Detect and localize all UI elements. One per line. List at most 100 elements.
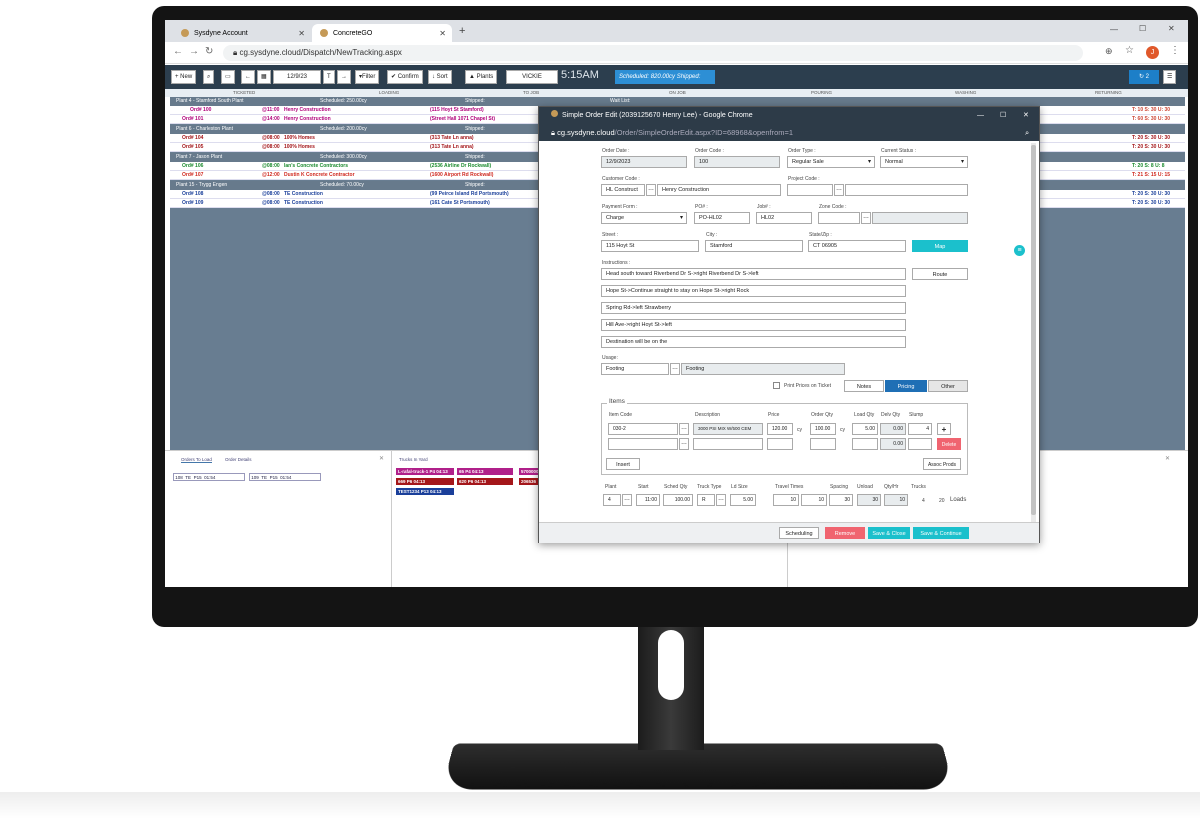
new-tab-icon[interactable]: + [459, 25, 465, 37]
url-input[interactable]: 🔒︎ cg.sysdyne.cloud/Dispatch/NewTracking… [223, 45, 1083, 61]
travel-from-field[interactable]: 10 [801, 494, 827, 506]
maximize-icon[interactable]: ☐ [1000, 107, 1006, 124]
tab-orders-to-load[interactable]: Orders To Load [181, 457, 212, 463]
notes-tab[interactable]: Notes [844, 380, 884, 392]
minimize-icon[interactable]: — [977, 107, 984, 124]
prev-date-button[interactable]: ← [241, 70, 255, 84]
order-type-select[interactable]: Regular Sale [787, 156, 875, 168]
load-row[interactable]: 109 TE P15 01:54 [249, 473, 321, 481]
minimize-icon[interactable]: — [1110, 25, 1118, 34]
pricing-tab[interactable]: Pricing [885, 380, 927, 392]
truck-chip[interactable]: 620 P6 04:13 [457, 478, 513, 485]
truck-chip[interactable]: 5700000 [519, 468, 539, 475]
project-lookup-button[interactable]: … [834, 184, 844, 196]
load-qty-field[interactable]: 5.00 [852, 423, 878, 435]
usage-code-field[interactable]: Footing [601, 363, 669, 375]
street-field[interactable]: 115 Hoyt St [601, 240, 699, 252]
ld-size-field[interactable]: 5.00 [730, 494, 756, 506]
instruction-line[interactable]: Head south toward Riverbend Dr S->right … [601, 268, 906, 280]
truck-type-field[interactable]: R [697, 494, 715, 506]
install-icon[interactable]: ⊕ [1105, 46, 1113, 57]
print-prices-checkbox[interactable] [773, 382, 780, 389]
zone-code-field[interactable] [818, 212, 860, 224]
search-icon[interactable]: ⌕ [203, 70, 215, 84]
customer-code-field[interactable]: HL Construct [601, 184, 645, 196]
order-code-field[interactable]: 100 [694, 156, 780, 168]
refresh-button[interactable]: ↻ 2 [1129, 70, 1159, 84]
chat-bubble-icon[interactable]: ≡ [1014, 245, 1025, 256]
bookmark-star-icon[interactable]: ☆ [1125, 45, 1134, 56]
route-button[interactable]: Route [912, 268, 968, 280]
map-button[interactable]: Map [912, 240, 968, 252]
item-description-field[interactable] [693, 438, 763, 450]
close-tab-icon[interactable]: ✕ [298, 29, 305, 38]
truck-chip[interactable]: TEST1234 P13 04:13 [396, 488, 454, 495]
user-select[interactable]: VICKIE [506, 70, 558, 84]
close-window-icon[interactable]: ✕ [1023, 107, 1029, 124]
start-time-field[interactable]: 11:00 [636, 494, 660, 506]
plant-lookup-button[interactable]: … [622, 494, 632, 506]
close-window-icon[interactable]: ✕ [1168, 24, 1175, 33]
delete-item-button[interactable]: Delete [937, 438, 961, 450]
job-field[interactable]: HL02 [756, 212, 812, 224]
close-tab-icon[interactable]: ✕ [439, 29, 446, 38]
insert-button[interactable]: Insert [606, 458, 640, 470]
truck-type-lookup-button[interactable]: … [716, 494, 726, 506]
statezip-field[interactable]: CT 06905 [808, 240, 906, 252]
item-price-field[interactable]: 120.00 [767, 423, 793, 435]
plant-header[interactable]: Plant 4 - Stamford South Plant Scheduled:… [170, 97, 1185, 106]
today-button[interactable]: T [323, 70, 335, 84]
order-date-field[interactable]: 12/9/2023 [601, 156, 687, 168]
sort-button[interactable]: ↓ Sort [428, 70, 452, 84]
customer-lookup-button[interactable]: … [646, 184, 656, 196]
plants-button[interactable]: ▲ Plants [465, 70, 498, 84]
maximize-icon[interactable]: ☐ [1139, 24, 1146, 33]
save-close-button[interactable]: Save & Close [868, 527, 910, 539]
slump-field[interactable]: 4 [908, 423, 932, 435]
spacing-field[interactable]: 30 [829, 494, 853, 506]
item-price-field[interactable] [767, 438, 793, 450]
tab-trucks-in-yard[interactable]: Trucks In Yard [399, 457, 428, 462]
item-qty-field[interactable]: 100.00 [810, 423, 836, 435]
truck-chip[interactable]: L-rafal-truck-1 P4 04:13 [396, 468, 454, 475]
reload-icon[interactable]: ↻ [205, 46, 213, 57]
menu-icon[interactable]: ☰ [1163, 70, 1177, 84]
instruction-line[interactable]: Hill Ave->right Hoyt St->left [601, 319, 906, 331]
scrollbar[interactable] [1031, 143, 1036, 523]
scheduling-button[interactable]: Scheduling [779, 527, 819, 539]
project-code-field[interactable] [787, 184, 833, 196]
add-item-button[interactable]: + [937, 423, 951, 435]
scrollbar-thumb[interactable] [1031, 145, 1036, 515]
slump-field[interactable] [908, 438, 932, 450]
truck-chip[interactable]: 65 P4 04:13 [457, 468, 513, 475]
new-button[interactable]: + New [171, 70, 197, 84]
load-row[interactable]: 108 TE P15 01:54 [173, 473, 245, 481]
browser-tab-sysdyne[interactable]: Sysdyne Account ✕ [173, 24, 311, 42]
item-lookup-button[interactable]: … [679, 423, 689, 435]
save-continue-button[interactable]: Save & Continue [913, 527, 969, 539]
po-field[interactable]: PO-HL02 [694, 212, 750, 224]
status-select[interactable]: Normal [880, 156, 968, 168]
date-input[interactable]: 12/9/23 [273, 70, 321, 84]
close-panel-icon[interactable]: ✕ [379, 455, 384, 462]
calendar-icon[interactable]: ▦ [257, 70, 271, 84]
print-icon[interactable]: ▭ [221, 70, 235, 84]
truck-chip[interactable]: 669 P6 04:13 [396, 478, 454, 485]
payment-select[interactable]: Charge [601, 212, 687, 224]
filter-button[interactable]: ▾Filter [355, 70, 380, 84]
tab-order-details[interactable]: Order Details [225, 457, 252, 462]
sched-qty-field[interactable]: 100.00 [663, 494, 693, 506]
instruction-line[interactable]: Spring Rd->left Strawberry [601, 302, 906, 314]
browser-menu-icon[interactable]: ⋮ [1170, 45, 1180, 56]
other-tab[interactable]: Other [928, 380, 968, 392]
next-date-button[interactable]: → [337, 70, 351, 84]
instruction-line[interactable]: Hope St->Continue straight to stay on Ho… [601, 285, 906, 297]
truck-chip[interactable]: 206536 [519, 478, 539, 485]
sched-plant-field[interactable]: 4 [603, 494, 621, 506]
item-code-field[interactable] [608, 438, 678, 450]
remove-button[interactable]: Remove [825, 527, 865, 539]
item-qty-field[interactable] [810, 438, 836, 450]
customer-name-field[interactable]: Henry Construction [657, 184, 781, 196]
back-icon[interactable]: ← [173, 46, 183, 57]
instruction-line[interactable]: Destination will be on the [601, 336, 906, 348]
